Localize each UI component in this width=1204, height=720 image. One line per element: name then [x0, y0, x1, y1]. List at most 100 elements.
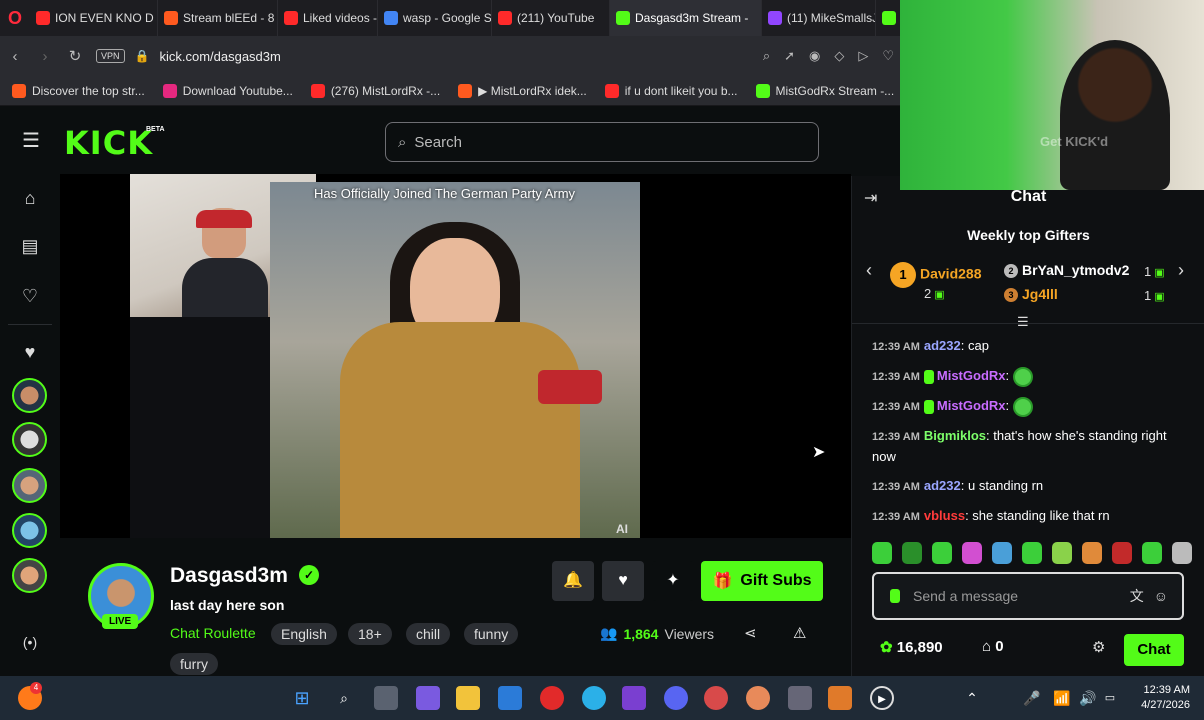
expand-sidebar-icon[interactable]: (•) [18, 634, 42, 650]
browser-tab[interactable]: Liked videos - You [278, 0, 378, 36]
streamer-name[interactable]: Dasgasd3m [170, 564, 288, 588]
chat-message-input[interactable]: Send a message 文 ☺ [872, 572, 1184, 620]
media-play-icon[interactable]: ▶ [870, 686, 894, 710]
following-icon[interactable]: ♡ [18, 286, 42, 307]
tag-chip[interactable]: furry [170, 653, 218, 675]
browser-tab[interactable]: (11) MikeSmallsJr [762, 0, 876, 36]
bookmark-item[interactable]: Discover the top str... [12, 83, 145, 98]
tag-chip[interactable]: chill [406, 623, 451, 645]
sparkle-icon[interactable]: ✦ [652, 561, 694, 601]
vpn-badge[interactable]: VPN [96, 49, 125, 63]
pinned-messages-icon[interactable]: ☰ [1017, 314, 1029, 330]
share-icon[interactable]: ⋖ [744, 624, 757, 642]
channel-points[interactable]: ✿ 16,890 [880, 638, 943, 656]
browser-tab[interactable]: Dasgasd3m Stream - [610, 0, 762, 36]
windows-start-icon[interactable]: ⊞ [290, 686, 314, 710]
emoji-icon[interactable]: ☺ [1154, 588, 1168, 604]
video-player[interactable]: Has Officially Joined The German Party A… [60, 174, 851, 538]
category-link[interactable]: Chat Roulette [170, 625, 256, 641]
emote-icon[interactable] [962, 542, 982, 564]
kick-logo[interactable]: KICK [64, 124, 153, 162]
forward-arrow-icon[interactable]: › [30, 48, 60, 65]
app-icon[interactable] [704, 686, 728, 710]
sidebar-channel-avatar[interactable] [12, 513, 47, 548]
camera-icon[interactable]: ◉ [809, 48, 820, 64]
gift-subs-button[interactable]: 🎁 Gift Subs [701, 561, 823, 601]
file-explorer-icon[interactable] [456, 686, 480, 710]
gifter-name[interactable]: 1 David288 [890, 262, 981, 288]
taskbar-search-icon[interactable]: ⌕ [332, 686, 356, 710]
store-button[interactable]: ⌂ 0 [982, 638, 1004, 655]
task-view-icon[interactable] [374, 686, 398, 710]
emote-icon[interactable] [1052, 542, 1072, 564]
edge-icon[interactable] [582, 686, 606, 710]
opera-taskbar-icon[interactable] [540, 686, 564, 710]
translate-icon[interactable]: 文 [1130, 586, 1144, 606]
search-input[interactable]: ⌕ Search [385, 122, 819, 162]
gifter-name[interactable]: 3 Jg4lll [1004, 286, 1058, 303]
app-icon[interactable] [828, 686, 852, 710]
bookmark-item[interactable]: if u dont likeit you b... [604, 83, 738, 98]
message-username[interactable]: MistGodRx [937, 398, 1006, 413]
message-username[interactable]: MistGodRx [937, 368, 1006, 383]
browser-tab[interactable]: (211) YouTube [492, 0, 610, 36]
wifi-icon[interactable]: 📶 [1050, 686, 1074, 710]
emote-icon[interactable] [1022, 542, 1042, 564]
tag-chip[interactable]: English [271, 623, 337, 645]
emote-icon[interactable] [1172, 542, 1192, 564]
emote-icon[interactable] [872, 542, 892, 564]
tag-chip[interactable]: funny [464, 623, 519, 645]
media-app-icon[interactable] [622, 686, 646, 710]
collapse-chat-icon[interactable]: ⇥ [864, 188, 877, 208]
report-warning-icon[interactable]: ⚠ [793, 624, 806, 642]
home-icon[interactable]: ⌂ [18, 188, 42, 209]
browser-tab[interactable]: Stream blEEd - 8 [158, 0, 278, 36]
message-username[interactable]: ad232 [924, 338, 961, 353]
discord-icon[interactable] [664, 686, 688, 710]
play-icon[interactable]: ▷ [858, 48, 868, 64]
opera-logo-icon[interactable]: O [0, 0, 30, 36]
tag-chip[interactable]: 18+ [348, 623, 392, 645]
heart-icon[interactable]: ♡ [882, 48, 894, 64]
emote-icon[interactable] [932, 542, 952, 564]
browser-tab[interactable]: ION EVEN KNO D [30, 0, 158, 36]
copilot-icon[interactable] [416, 686, 440, 710]
tray-chevron-icon[interactable]: ⌃ [960, 686, 984, 710]
chat-settings-icon[interactable]: ⚙ [1092, 638, 1105, 656]
reload-icon[interactable]: ↻ [60, 47, 90, 65]
bookmark-item[interactable]: Download Youtube... [162, 83, 293, 98]
bookmark-item[interactable]: (276) MistLordRx -... [310, 83, 440, 98]
emote-icon[interactable] [902, 542, 922, 564]
browser-tab[interactable]: wasp - Google Se [378, 0, 492, 36]
sidebar-channel-avatar[interactable] [12, 378, 47, 413]
message-username[interactable]: vbluss [924, 508, 965, 523]
system-clock[interactable]: 12:39 AM 4/27/2026 [1128, 683, 1190, 713]
bookmark-item[interactable]: MistGodRx Stream -... [755, 83, 894, 98]
url-field[interactable]: kick.com/dasgasd3m [159, 49, 280, 64]
send-icon[interactable]: ➚ [784, 48, 795, 64]
notification-bell-button[interactable]: 🔔 [552, 561, 594, 601]
zoom-icon[interactable]: ⌕ [763, 48, 770, 64]
emote-icon[interactable] [992, 542, 1012, 564]
camera-app-icon[interactable] [788, 686, 812, 710]
battery-icon[interactable]: ▭ [1098, 686, 1122, 710]
gifter-name[interactable]: 2 BrYaN_ytmodv2 [1004, 262, 1129, 279]
follow-heart-button[interactable]: ♥ [602, 561, 644, 601]
back-arrow-icon[interactable]: ‹ [0, 48, 30, 65]
sidebar-channel-avatar[interactable] [12, 422, 47, 457]
sidebar-channel-avatar[interactable] [12, 558, 47, 593]
gifters-next-icon[interactable]: › [1178, 260, 1184, 281]
message-username[interactable]: Bigmiklos [924, 428, 986, 443]
shield-icon[interactable]: ◇ [834, 48, 844, 64]
sidebar-channel-avatar[interactable] [12, 468, 47, 503]
outlook-icon[interactable] [498, 686, 522, 710]
microphone-icon[interactable]: 🎤 [1020, 686, 1044, 710]
emote-icon[interactable] [1112, 542, 1132, 564]
chat-identity-badge-icon[interactable] [890, 589, 900, 603]
browse-icon[interactable]: ▤ [18, 236, 42, 257]
gifters-prev-icon[interactable]: ‹ [866, 260, 872, 281]
app-icon[interactable] [746, 686, 770, 710]
volume-icon[interactable]: 🔊 [1076, 686, 1100, 710]
message-username[interactable]: ad232 [924, 478, 961, 493]
hamburger-menu-icon[interactable]: ☰ [22, 131, 44, 151]
